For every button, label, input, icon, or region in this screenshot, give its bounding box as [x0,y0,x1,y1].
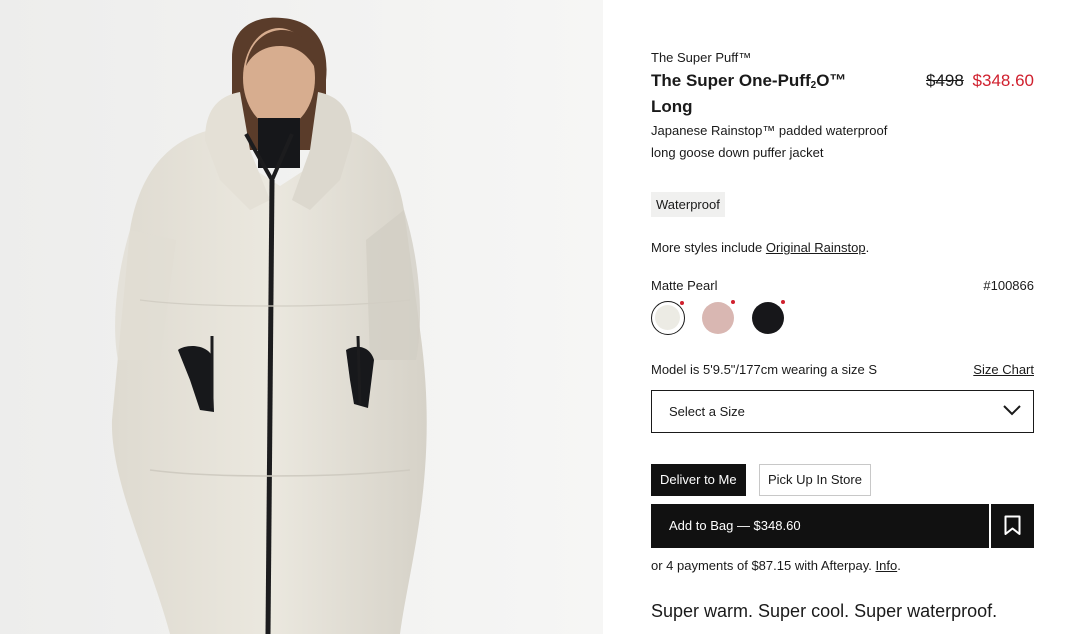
pick-up-in-store-button[interactable]: Pick Up In Store [759,464,871,496]
chevron-down-icon [1003,405,1021,416]
collection-name: The Super Puff™ [651,50,752,65]
color-swatch-pink[interactable] [701,300,735,335]
afterpay-suffix: . [897,558,901,573]
deliver-to-me-button[interactable]: Deliver to Me [651,464,746,496]
size-select[interactable]: Select a Size [651,390,1034,433]
product-tagline: Super warm. Super cool. Super waterproof… [651,601,998,621]
bookmark-icon [1004,515,1021,535]
selected-color-name: Matte Pearl [651,278,718,293]
color-swatch-black[interactable] [751,300,785,335]
product-image [0,0,603,634]
product-details: The Super Puff™ The Super One-Puff2O™ Lo… [651,0,1034,634]
color-swatch-matte-pearl[interactable] [651,301,685,335]
size-select-placeholder: Select a Size [669,404,745,419]
product-title-line2: Long [651,97,693,116]
afterpay-info: or 4 payments of $87.15 with Afterpay. I… [651,558,901,573]
size-chart-link[interactable]: Size Chart [973,362,1034,377]
swatch-fill [655,305,680,330]
swatch-fill [752,302,784,334]
more-styles-link[interactable]: Original Rainstop [766,240,866,255]
product-title-end: O™ [816,71,847,90]
style-number: #100866 [983,278,1034,293]
product-title: The Super One-Puff2O™ Long [651,68,891,120]
product-title-main: The Super One-Puff [651,71,811,90]
more-styles-suffix: . [865,240,870,255]
add-to-bag-button[interactable]: Add to Bag — $348.60 [651,504,989,548]
model-info-text: Model is 5'9.5"/177cm wearing a size S [651,362,878,377]
product-description: Japanese Rainstop™ padded waterproof lon… [651,123,888,160]
original-price: $498 [925,71,964,90]
sale-dot-icon [680,301,684,305]
sale-dot-icon [781,300,785,304]
more-styles-prefix: More styles include [651,240,766,255]
sale-price: $348.60 [972,71,1034,90]
price: $498 $348.60 [926,70,1034,92]
afterpay-info-link[interactable]: Info [876,558,898,573]
more-styles: More styles include Original Rainstop. [651,240,869,255]
feature-badge: Waterproof [651,192,725,217]
wishlist-button[interactable] [991,504,1034,548]
sale-dot-icon [731,300,735,304]
product-photo-illustration [0,0,603,634]
swatch-fill [702,302,734,334]
afterpay-text: or 4 payments of $87.15 with Afterpay. [651,558,876,573]
